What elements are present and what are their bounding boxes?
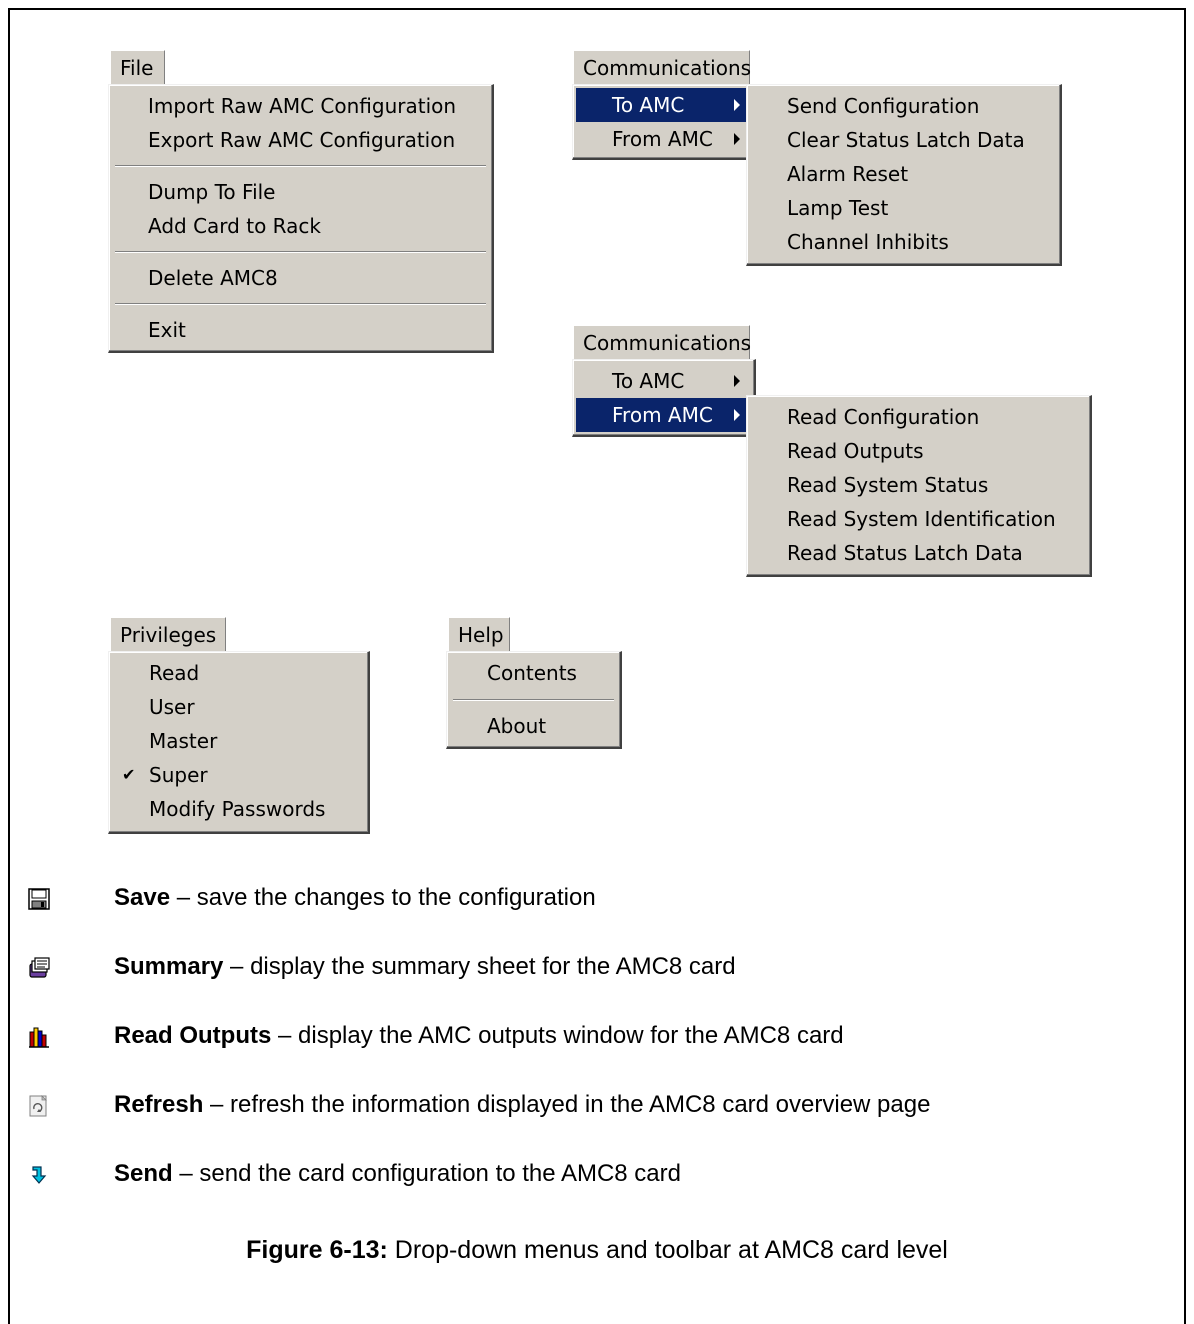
menu-item-master[interactable]: Master — [112, 724, 364, 758]
submenu-arrow-icon — [734, 99, 740, 111]
menu-item-read-system-status[interactable]: Read System Status — [750, 468, 1086, 502]
floppy-disk-icon[interactable] — [28, 888, 50, 910]
menu-title-communications[interactable]: Communications — [573, 50, 751, 84]
menu-item-about[interactable]: About — [450, 709, 616, 743]
menu-item-label: From AMC — [612, 403, 713, 427]
submenu-arrow-icon — [734, 133, 740, 145]
refresh-icon[interactable] — [28, 1095, 50, 1117]
caption-text: Drop-down menus and toolbar at AMC8 card… — [387, 1236, 948, 1264]
menu-item-super[interactable]: ✔ Super — [112, 758, 364, 792]
toolbar-name: Read Outputs — [114, 1022, 272, 1049]
menu-item-lamp-test[interactable]: Lamp Test — [750, 191, 1056, 225]
menu-item-delete-amc8[interactable]: Delete AMC8 — [112, 261, 488, 295]
menu-title-file[interactable]: File — [110, 50, 165, 84]
menu-item-to-amc[interactable]: To AMC — [576, 364, 750, 398]
menu-item-label: From AMC — [612, 127, 713, 151]
menu-item-exit[interactable]: Exit — [112, 313, 488, 347]
menu-item-modify-passwords[interactable]: Modify Passwords — [112, 792, 364, 826]
summary-sheet-icon[interactable] — [28, 957, 50, 979]
menu-item-import-raw[interactable]: Import Raw AMC Configuration — [112, 89, 488, 123]
figure-caption: Figure 6-13: Drop-down menus and toolbar… — [0, 1236, 1194, 1265]
menu-title-help[interactable]: Help — [448, 617, 510, 651]
menu-item-label: To AMC — [612, 369, 685, 393]
file-menu-dropdown: Import Raw AMC Configuration Export Raw … — [108, 84, 494, 353]
toolbar-desc-send: Send – send the card configuration to th… — [114, 1158, 681, 1190]
help-dropdown: Contents About — [446, 651, 622, 749]
menu-item-from-amc[interactable]: From AMC — [576, 122, 750, 156]
menu-item-label: To AMC — [612, 93, 685, 117]
submenu-arrow-icon — [734, 409, 740, 421]
toolbar-description: – refresh the information displayed in t… — [203, 1091, 931, 1118]
toolbar-name: Send — [114, 1160, 173, 1187]
menu-item-label: Super — [149, 763, 208, 787]
toolbar-name: Save — [114, 884, 171, 911]
menu-item-from-amc[interactable]: From AMC — [576, 398, 750, 432]
menu-separator — [453, 699, 614, 701]
toolbar-description: – display the AMC outputs window for the… — [271, 1022, 844, 1049]
menu-item-user[interactable]: User — [112, 690, 364, 724]
menu-item-export-raw[interactable]: Export Raw AMC Configuration — [112, 123, 488, 157]
menu-item-send-configuration[interactable]: Send Configuration — [750, 89, 1056, 123]
toolbar-desc-summary: Summary – display the summary sheet for … — [114, 951, 736, 983]
menu-title-privileges[interactable]: Privileges — [110, 617, 226, 651]
toolbar-name: Refresh — [114, 1091, 204, 1118]
menu-item-read[interactable]: Read — [112, 656, 364, 690]
caption-label: Figure 6-13: — [246, 1236, 388, 1264]
menu-item-dump-to-file[interactable]: Dump To File — [112, 175, 488, 209]
communications-dropdown: To AMC From AMC — [572, 359, 756, 437]
checkmark-icon: ✔ — [122, 765, 136, 784]
toolbar-name: Summary — [114, 953, 224, 980]
menu-title-communications[interactable]: Communications — [573, 325, 751, 359]
menu-item-read-system-identification[interactable]: Read System Identification — [750, 502, 1086, 536]
menu-item-read-status-latch[interactable]: Read Status Latch Data — [750, 536, 1086, 570]
menu-item-clear-status-latch[interactable]: Clear Status Latch Data — [750, 123, 1056, 157]
menu-separator — [115, 303, 486, 305]
bar-outputs-icon[interactable] — [28, 1026, 50, 1048]
to-amc-submenu: Send Configuration Clear Status Latch Da… — [746, 84, 1062, 266]
toolbar-description: – save the changes to the configuration — [170, 884, 596, 911]
from-amc-submenu: Read Configuration Read Outputs Read Sys… — [746, 395, 1092, 577]
toolbar-desc-read-outputs: Read Outputs – display the AMC outputs w… — [114, 1020, 844, 1052]
toolbar-desc-save: Save – save the changes to the configura… — [114, 882, 596, 914]
menu-separator — [115, 251, 486, 253]
menu-item-to-amc[interactable]: To AMC — [576, 88, 750, 122]
menu-item-channel-inhibits[interactable]: Channel Inhibits — [750, 225, 1056, 259]
communications-dropdown: To AMC From AMC — [572, 84, 756, 160]
submenu-arrow-icon — [734, 375, 740, 387]
toolbar-description: – send the card configuration to the AMC… — [172, 1160, 681, 1187]
menu-item-alarm-reset[interactable]: Alarm Reset — [750, 157, 1056, 191]
toolbar-desc-refresh: Refresh – refresh the information displa… — [114, 1089, 930, 1121]
menu-item-add-card[interactable]: Add Card to Rack — [112, 209, 488, 243]
menu-separator — [115, 165, 486, 167]
privileges-dropdown: Read User Master ✔ Super Modify Passwords — [108, 651, 370, 834]
menu-item-contents[interactable]: Contents — [450, 656, 616, 690]
send-arrow-icon[interactable] — [28, 1164, 50, 1186]
toolbar-description: – display the summary sheet for the AMC8… — [223, 953, 736, 980]
menu-item-read-configuration[interactable]: Read Configuration — [750, 400, 1086, 434]
menu-item-read-outputs[interactable]: Read Outputs — [750, 434, 1086, 468]
